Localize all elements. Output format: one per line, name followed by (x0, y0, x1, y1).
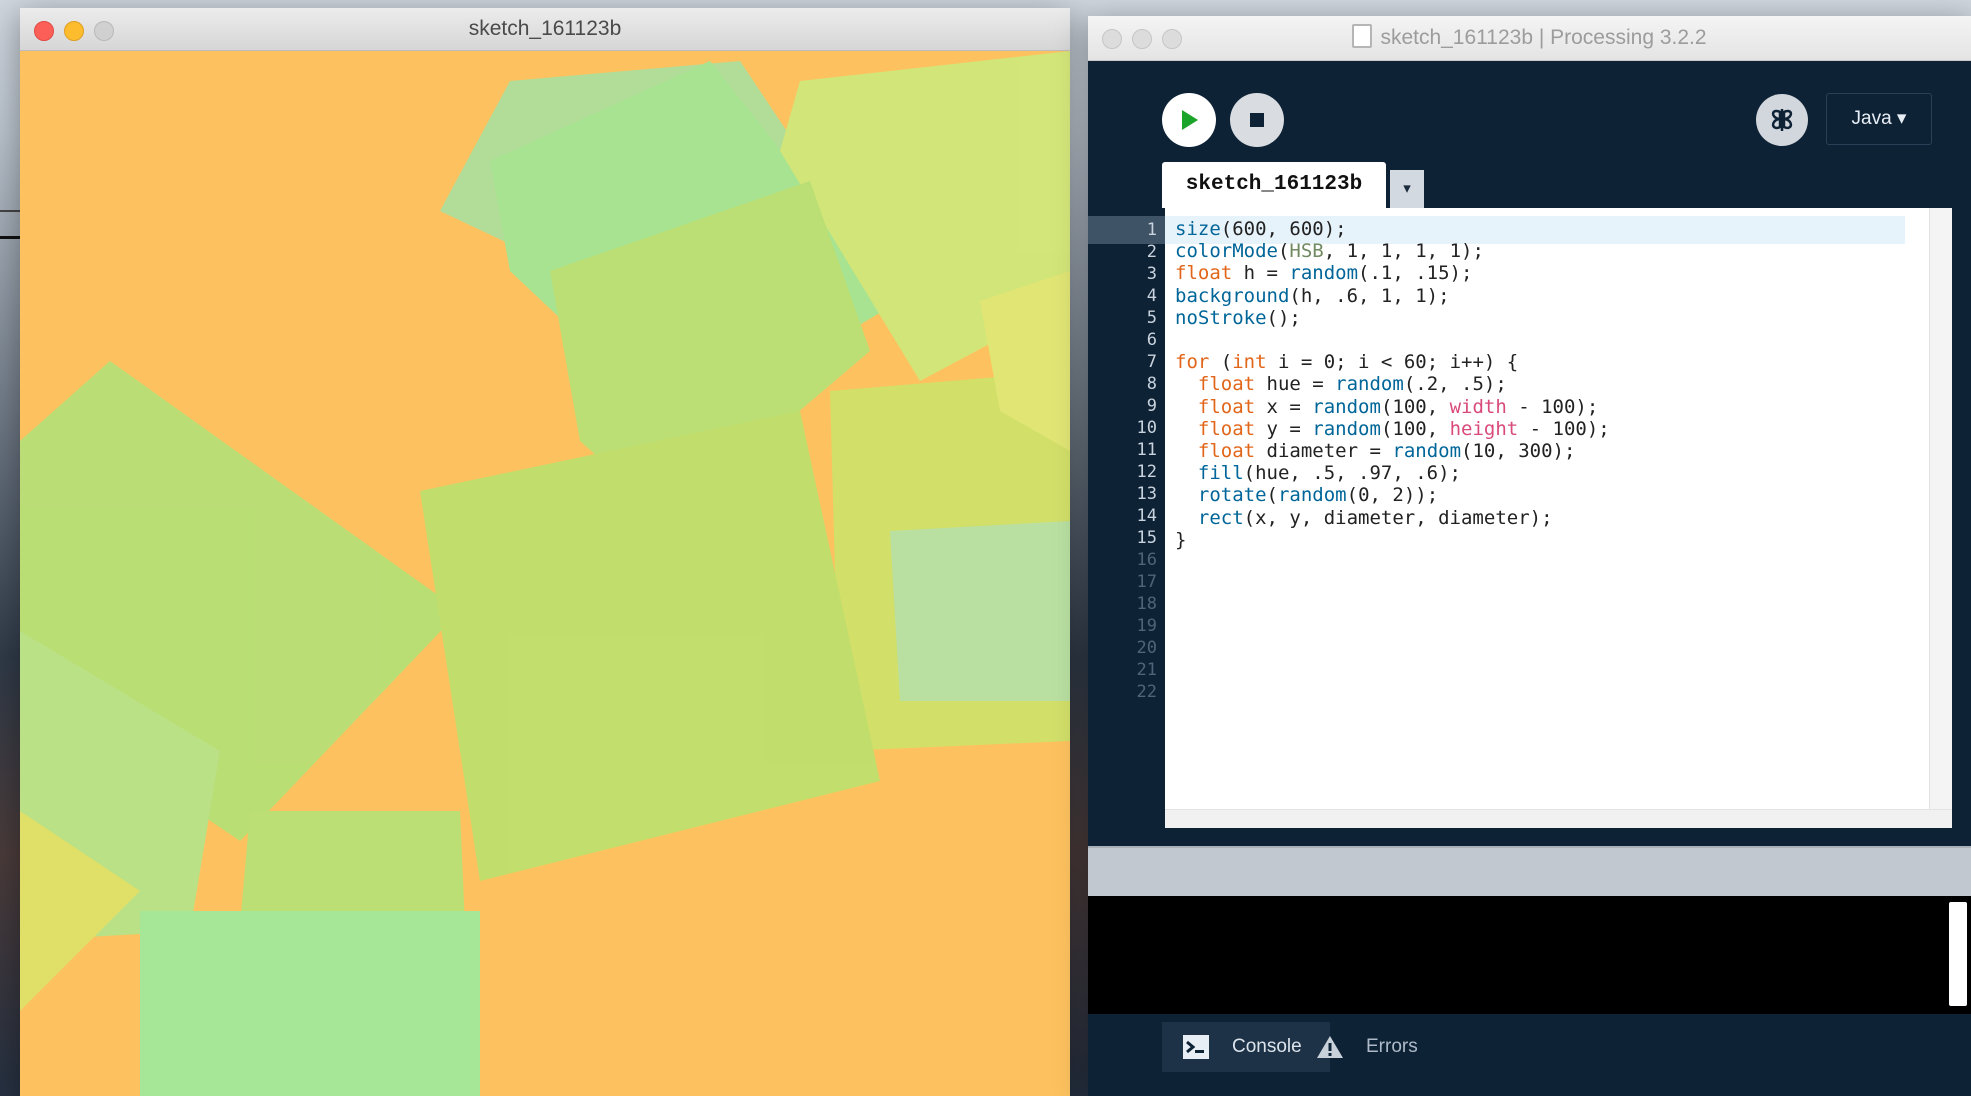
console-output[interactable] (1088, 896, 1971, 1014)
line-number: 14 (1136, 506, 1157, 526)
desktop-divider (0, 210, 22, 212)
line-number: 12 (1136, 462, 1157, 482)
debugger-butterfly-icon (1771, 109, 1793, 131)
code-line: rect(x, y, diameter, diameter); (1197, 506, 1553, 529)
sketch-output-window: sketch_161123b (20, 8, 1070, 1096)
bottom-panel-tabs: Console Errors (1088, 1014, 1971, 1096)
run-button[interactable] (1162, 93, 1216, 147)
stop-icon (1250, 113, 1264, 127)
line-number: 2 (1146, 242, 1157, 262)
terminal-icon (1183, 1035, 1209, 1059)
line-number: 19 (1136, 616, 1157, 636)
line-number-gutter: 1 2 3 4 5 6 7 8 9 10 11 12 13 14 15 16 1… (1088, 208, 1165, 828)
desktop-divider (0, 236, 22, 239)
code-line: float hue = random(.2, .5); (1197, 373, 1507, 396)
line-number: 7 (1146, 352, 1157, 372)
mode-selector[interactable]: Java ▾ (1826, 93, 1932, 145)
code-text-area[interactable]: size(600, 600); colorMode(HSB, 1, 1, 1, 1… (1165, 208, 1952, 828)
line-number: 13 (1136, 484, 1157, 504)
warning-icon (1317, 1036, 1343, 1058)
sketch-square (890, 521, 1070, 701)
errors-tab-label: Errors (1366, 1036, 1418, 1057)
ide-toolbar: Java ▾ (1088, 61, 1971, 161)
ide-window-title: sketch_161123b | Processing 3.2.2 (1380, 26, 1707, 49)
code-line: fill(hue, .5, .97, .6); (1197, 462, 1461, 485)
sketch-titlebar[interactable]: sketch_161123b (20, 8, 1070, 51)
sketch-square (140, 911, 480, 1096)
message-area (1088, 846, 1971, 896)
code-line: noStroke(); (1175, 306, 1301, 329)
code-line: float y = random(100, height - 100); (1197, 417, 1610, 440)
line-number: 11 (1136, 440, 1157, 460)
line-number: 16 (1136, 550, 1157, 570)
tab-menu-button[interactable]: ▾ (1390, 170, 1424, 208)
document-icon (1352, 24, 1373, 48)
play-icon (1182, 110, 1198, 130)
code-editor[interactable]: 1 2 3 4 5 6 7 8 9 10 11 12 13 14 15 16 1… (1088, 208, 1952, 828)
code-line: rotate(random(0, 2)); (1197, 484, 1439, 507)
stop-button[interactable] (1230, 93, 1284, 147)
line-number: 6 (1146, 330, 1157, 350)
console-tab-label: Console (1232, 1036, 1302, 1057)
line-number: 20 (1136, 638, 1157, 658)
line-number: 5 (1146, 308, 1157, 328)
processing-ide-window: sketch_161123b | Processing 3.2.2 Java ▾… (1088, 16, 1971, 1096)
line-number: 17 (1136, 572, 1157, 592)
code-line: for (int i = 0; i < 60; i++) { (1175, 351, 1519, 374)
debugger-button[interactable] (1756, 94, 1808, 146)
code-line: float x = random(100, width - 100); (1197, 395, 1599, 418)
editor-vertical-scrollbar[interactable] (1929, 208, 1952, 828)
line-number: 18 (1136, 594, 1157, 614)
line-number: 10 (1136, 418, 1157, 438)
code-line: float h = random(.1, .15); (1175, 262, 1473, 285)
line-number: 8 (1146, 374, 1157, 394)
editor-horizontal-scrollbar[interactable] (1165, 809, 1952, 828)
line-number: 15 (1136, 528, 1157, 548)
code-line: background(h, .6, 1, 1); (1175, 284, 1450, 307)
code-line: size(600, 600); (1175, 218, 1347, 240)
code-line: colorMode(HSB, 1, 1, 1, 1); (1175, 240, 1484, 263)
tab-sketch[interactable]: sketch_161123b (1162, 162, 1386, 208)
ide-titlebar[interactable]: sketch_161123b | Processing 3.2.2 (1088, 16, 1971, 61)
console-scrollbar[interactable] (1949, 902, 1967, 1006)
code-line: float diameter = random(10, 300); (1197, 440, 1576, 462)
code-line: } (1175, 528, 1187, 551)
tab-errors[interactable]: Errors (1296, 1022, 1466, 1072)
line-number: 9 (1146, 396, 1157, 416)
sketch-canvas (20, 51, 1070, 1096)
editor-tab-strip: sketch_161123b ▾ (1088, 162, 1971, 208)
line-number: 21 (1136, 660, 1157, 680)
line-number: 1 (1146, 220, 1157, 240)
line-number: 4 (1146, 286, 1157, 306)
sketch-window-title: sketch_161123b (468, 17, 622, 40)
line-number: 22 (1136, 682, 1157, 702)
line-number: 3 (1146, 264, 1157, 284)
